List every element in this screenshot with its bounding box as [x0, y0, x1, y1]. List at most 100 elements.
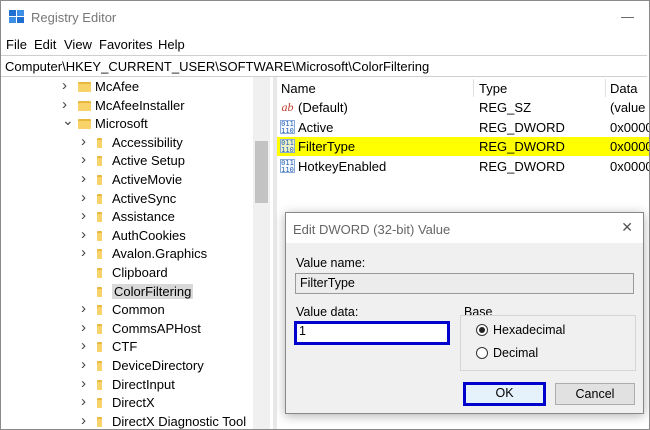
- edit-dword-dialog: Edit DWORD (32-bit) Value ✕ Value name: …: [285, 212, 644, 414]
- decimal-label[interactable]: Decimal: [493, 346, 538, 360]
- menu-help[interactable]: Help: [158, 37, 185, 52]
- key-tree: › McAfee › McAfeeInstaller ⌄ Microsoft › Access…: [1, 77, 273, 429]
- tree-item-label: ActiveMovie: [112, 172, 183, 187]
- value-type: REG_DWORD: [479, 119, 565, 135]
- value-name: FilterType: [298, 139, 356, 154]
- chevron-right-icon[interactable]: ›: [81, 393, 86, 410]
- folder-icon: [93, 286, 106, 297]
- title-bar: Registry Editor —: [1, 1, 649, 33]
- value-data: 0x0000: [610, 139, 649, 154]
- tree-item[interactable]: › Active Setup: [1, 151, 253, 171]
- dialog-title-bar: Edit DWORD (32-bit) Value ✕: [286, 213, 643, 243]
- folder-icon: [93, 323, 106, 334]
- tree-item[interactable]: › McAfee: [1, 77, 253, 97]
- tree-item[interactable]: › DirectInput: [1, 375, 253, 395]
- tree-item[interactable]: › CTF: [1, 337, 253, 357]
- tree-item-label: Common: [112, 302, 165, 318]
- column-header-name[interactable]: Name: [281, 81, 316, 96]
- chevron-right-icon[interactable]: ›: [81, 151, 86, 168]
- column-header-data[interactable]: Data: [610, 81, 637, 96]
- tree-item[interactable]: › Common: [1, 300, 253, 320]
- tree-item[interactable]: › ActiveSync: [1, 189, 253, 209]
- tree-item-label: DirectInput: [112, 376, 175, 392]
- value-row[interactable]: ab (Default) REG_SZ (value: [277, 98, 649, 117]
- chevron-right-icon[interactable]: ›: [81, 133, 86, 150]
- tree-scrollbar-thumb[interactable]: [255, 141, 268, 203]
- value-type: REG_DWORD: [479, 139, 565, 154]
- tree-item[interactable]: › CommsAPHost: [1, 319, 253, 339]
- chevron-right-icon[interactable]: ›: [81, 319, 86, 336]
- chevron-right-icon[interactable]: ›: [81, 189, 86, 206]
- hexadecimal-label[interactable]: Hexadecimal: [493, 323, 565, 337]
- value-name: (Default): [298, 100, 348, 115]
- value-data: (value: [610, 100, 646, 115]
- minimize-button[interactable]: —: [621, 9, 634, 24]
- tree-item[interactable]: › ActiveMovie: [1, 170, 253, 190]
- chevron-right-icon[interactable]: ›: [81, 337, 86, 354]
- folder-icon: [93, 267, 106, 278]
- tree-item[interactable]: ColorFiltering: [1, 283, 253, 302]
- cancel-button[interactable]: Cancel: [555, 383, 635, 405]
- folder-icon: [93, 155, 106, 167]
- address-path[interactable]: Computer\HKEY_CURRENT_USER\SOFTWARE\Micr…: [5, 59, 429, 74]
- close-icon[interactable]: ✕: [621, 219, 633, 236]
- chevron-right-icon[interactable]: ›: [81, 356, 86, 373]
- value-data: 0x0000: [610, 158, 649, 174]
- chevron-right-icon[interactable]: ›: [81, 300, 86, 317]
- registry-editor-icon: [9, 10, 24, 23]
- address-bar[interactable]: Computer\HKEY_CURRENT_USER\SOFTWARE\Micr…: [1, 55, 647, 77]
- binary-value-icon: 011 110: [280, 139, 295, 154]
- tree-item[interactable]: ⌄ Microsoft: [1, 112, 253, 134]
- tree-scrollbar[interactable]: [253, 77, 270, 429]
- menu-favorites[interactable]: Favorites: [99, 37, 152, 52]
- chevron-down-icon[interactable]: ⌄: [62, 112, 74, 129]
- value-row[interactable]: 011 110 HotkeyEnabled REG_DWORD 0x0000: [277, 157, 649, 176]
- tree-item-label: Clipboard: [112, 265, 168, 280]
- value-data: 0x0000: [610, 119, 649, 135]
- menu-file[interactable]: File: [6, 37, 27, 52]
- hexadecimal-radio[interactable]: [476, 324, 488, 336]
- folder-icon: [78, 118, 91, 130]
- folder-icon: [93, 304, 106, 316]
- chevron-right-icon[interactable]: ›: [81, 412, 86, 429]
- folder-icon: [93, 174, 106, 185]
- tree-item[interactable]: › Avalon.Graphics: [1, 244, 253, 264]
- chevron-right-icon[interactable]: ›: [62, 96, 67, 113]
- column-divider[interactable]: [605, 79, 606, 97]
- ok-button[interactable]: OK: [463, 382, 546, 406]
- value-name-label: Value name:: [296, 256, 366, 270]
- menu-edit[interactable]: Edit: [34, 37, 56, 52]
- chevron-right-icon[interactable]: ›: [62, 77, 67, 94]
- tree-item[interactable]: › DeviceDirectory: [1, 356, 253, 376]
- value-row[interactable]: 011 110 Active REG_DWORD 0x0000: [277, 118, 649, 137]
- value-name-field: FilterType: [295, 273, 634, 294]
- value-data-input[interactable]: 1: [294, 321, 450, 345]
- chevron-right-icon[interactable]: ›: [81, 375, 86, 392]
- dialog-title: Edit DWORD (32-bit) Value: [293, 222, 451, 237]
- folder-icon: [93, 360, 106, 371]
- tree-item[interactable]: › McAfeeInstaller: [1, 96, 253, 116]
- binary-value-icon: 011 110: [280, 158, 295, 174]
- tree-item-label: AuthCookies: [112, 227, 186, 243]
- tree-item[interactable]: › Assistance: [1, 207, 253, 227]
- value-row[interactable]: 011 110 FilterType REG_DWORD 0x0000: [277, 137, 649, 156]
- chevron-right-icon[interactable]: ›: [81, 207, 86, 224]
- tree-item[interactable]: › AuthCookies: [1, 226, 253, 246]
- tree-item-label: Assistance: [112, 209, 175, 225]
- tree-item[interactable]: › Accessibility: [1, 133, 253, 153]
- menu-bar: File Edit View Favorites Help: [1, 34, 649, 54]
- value-type: REG_SZ: [479, 100, 532, 115]
- tree-item-label: DeviceDirectory: [112, 358, 204, 373]
- menu-view[interactable]: View: [64, 37, 92, 52]
- tree-item[interactable]: › DirectX Diagnostic Tool: [1, 412, 253, 429]
- decimal-radio[interactable]: [476, 347, 488, 359]
- folder-icon: [78, 81, 91, 92]
- tree-item[interactable]: › DirectX: [1, 393, 253, 413]
- chevron-right-icon[interactable]: ›: [81, 244, 86, 261]
- tree-item[interactable]: Clipboard: [1, 264, 253, 283]
- column-divider[interactable]: [473, 79, 474, 97]
- window-title: Registry Editor: [31, 10, 117, 25]
- chevron-right-icon[interactable]: ›: [81, 170, 86, 187]
- column-header-type[interactable]: Type: [479, 81, 507, 96]
- chevron-right-icon[interactable]: ›: [81, 226, 86, 243]
